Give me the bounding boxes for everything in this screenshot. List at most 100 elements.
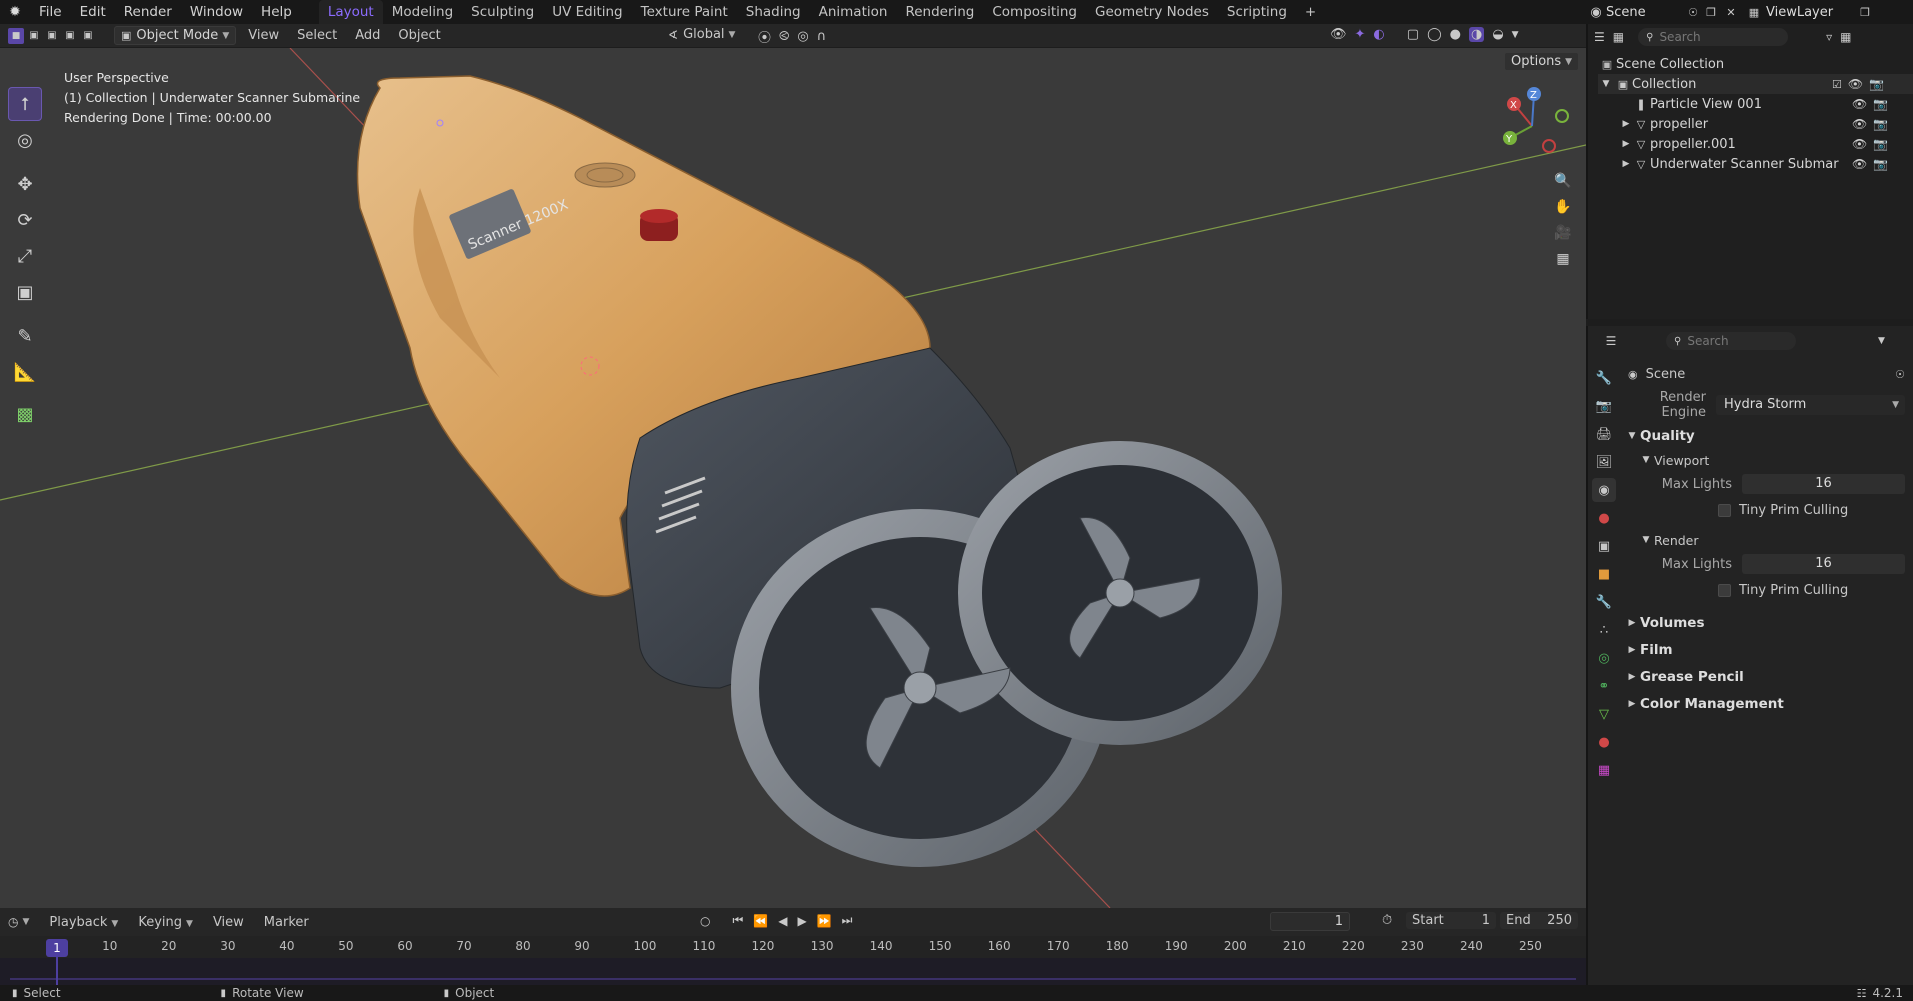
tab-scripting[interactable]: Scripting <box>1218 0 1296 24</box>
new-collection-icon[interactable]: ▦ <box>1840 30 1851 44</box>
chevron-down-icon[interactable]: ▼ <box>1878 336 1885 346</box>
view-layer-tab-icon[interactable]: 🖼 <box>1592 450 1616 474</box>
cursor-tool-icon[interactable]: ◎ <box>8 123 42 157</box>
eye-icon[interactable]: 👁 <box>1852 137 1867 151</box>
play-reverse-icon[interactable]: ◀ <box>778 914 787 928</box>
menu-add[interactable]: Add <box>355 28 380 43</box>
gizmo-icon[interactable]: ✦ <box>1355 27 1366 42</box>
viewport-subsection[interactable]: ▼ Viewport <box>1624 449 1911 471</box>
wireframe-shading-icon[interactable]: ◯ <box>1427 27 1442 42</box>
shading-options-icon[interactable]: ▼ <box>1512 30 1519 40</box>
visibility-icon[interactable]: 👁 <box>1330 27 1347 42</box>
outliner-editor-icon[interactable]: ☰ <box>1594 30 1605 44</box>
checkbox-icon[interactable]: ☑ <box>1832 78 1842 91</box>
frame-ruler[interactable]: 1102030405060708090100110120130140150160… <box>0 936 1586 958</box>
tab-shading[interactable]: Shading <box>737 0 810 24</box>
tab-rendering[interactable]: Rendering <box>896 0 983 24</box>
annotate-tool-icon[interactable]: ✎ <box>8 319 42 353</box>
overlay-icon[interactable]: ◐ <box>1373 27 1384 42</box>
view-layer-name[interactable]: ViewLayer <box>1766 5 1856 20</box>
modifier-tab-icon[interactable]: 🔧 <box>1592 590 1616 614</box>
quality-section[interactable]: ▼ Quality <box>1624 422 1911 449</box>
render-engine-dropdown[interactable]: Hydra Storm ▼ <box>1716 395 1905 415</box>
scale-tool-icon[interactable]: ⤢ <box>8 239 42 273</box>
options-dropdown[interactable]: Options ▼ <box>1504 52 1580 71</box>
tab-animation[interactable]: Animation <box>810 0 897 24</box>
playhead-frame-indicator[interactable]: 1 <box>46 939 68 957</box>
chevron-down-icon[interactable]: ▼ <box>1598 79 1614 89</box>
outliner-item[interactable]: ▶ ▽ Underwater Scanner Submar 👁 📷 <box>1598 154 1913 174</box>
chevron-right-icon[interactable]: ▶ <box>1620 159 1632 169</box>
scene-collection-row[interactable]: ▣ Scene Collection <box>1598 54 1913 74</box>
camera-render-icon[interactable]: 📷 <box>1869 77 1884 91</box>
select-new-icon[interactable]: ■ <box>8 27 24 44</box>
menu-playback[interactable]: Playback ▼ <box>49 915 118 930</box>
pin-icon[interactable]: ☉ <box>1895 368 1905 381</box>
pin-icon[interactable]: ☉ <box>1684 6 1702 19</box>
prev-keyframe-icon[interactable]: ⏪ <box>753 914 768 928</box>
select-intersect-icon[interactable]: ▣ <box>80 30 96 41</box>
start-frame-field[interactable]: Start 1 <box>1406 912 1496 929</box>
camera-render-icon[interactable]: 📷 <box>1873 157 1888 171</box>
tab-layout[interactable]: Layout <box>318 0 383 24</box>
add-workspace-button[interactable]: + <box>1296 0 1325 24</box>
tab-uv-editing[interactable]: UV Editing <box>543 0 631 24</box>
tab-modeling[interactable]: Modeling <box>383 0 462 24</box>
select-box-tool-icon[interactable]: ⭡ <box>8 87 42 121</box>
scene-name[interactable]: Scene <box>1606 5 1684 20</box>
clock-icon[interactable]: ◷ <box>8 915 18 929</box>
xray-icon[interactable]: ▢ <box>1407 27 1419 42</box>
properties-editor-icon[interactable]: ☰ <box>1596 334 1626 348</box>
camera-icon[interactable]: 🎥 <box>1550 220 1576 246</box>
3d-viewport[interactable]: Scanner 1200X User Perspective (1) Colle… <box>0 48 1586 908</box>
menu-edit[interactable]: Edit <box>71 4 115 20</box>
delete-scene-icon[interactable]: ✕ <box>1720 6 1742 19</box>
falloff-icon[interactable]: ∩ <box>817 29 827 44</box>
scene-tab-icon[interactable]: ◉ <box>1592 478 1616 502</box>
display-mode-icon[interactable]: ▦ <box>1613 30 1624 44</box>
physics-tab-icon[interactable]: ◎ <box>1592 646 1616 670</box>
blender-logo-icon[interactable]: ✹ <box>0 4 30 20</box>
new-view-layer-icon[interactable]: ❐ <box>1856 6 1874 19</box>
grid-view-icon[interactable]: ▦ <box>1550 246 1576 272</box>
snap-icon[interactable]: ⧀ <box>779 29 789 44</box>
render-tab-icon[interactable]: 📷 <box>1592 394 1616 418</box>
menu-timeline-view[interactable]: View <box>213 915 244 930</box>
menu-view[interactable]: View <box>248 28 279 43</box>
collection-tab-icon[interactable]: ▣ <box>1592 534 1616 558</box>
world-tab-icon[interactable]: ● <box>1592 506 1616 530</box>
rotate-tool-icon[interactable]: ⟳ <box>8 203 42 237</box>
play-icon[interactable]: ▶ <box>797 914 806 928</box>
navigation-gizmo[interactable]: X Y Z <box>1492 86 1572 166</box>
menu-object[interactable]: Object <box>398 28 440 43</box>
menu-help[interactable]: Help <box>252 4 301 20</box>
submarine-model[interactable]: Scanner 1200X <box>356 75 1282 867</box>
collection-row[interactable]: ▼ ▣ Collection ☑ 👁 📷 <box>1598 74 1913 94</box>
jump-end-icon[interactable]: ⏭ <box>842 913 853 928</box>
object-mode-dropdown[interactable]: ▣ Object Mode ▼ <box>114 26 237 45</box>
tab-sculpting[interactable]: Sculpting <box>462 0 543 24</box>
color-management-section[interactable]: ▶ Color Management <box>1624 690 1911 717</box>
render-max-lights-field[interactable]: 16 <box>1742 554 1905 574</box>
timeline-track-area[interactable] <box>0 958 1586 985</box>
pivot-icon[interactable]: ⦿ <box>758 27 771 46</box>
zoom-icon[interactable]: 🔍 <box>1550 168 1576 194</box>
pan-hand-icon[interactable]: ✋ <box>1550 194 1576 220</box>
tiny-prim-checkbox[interactable] <box>1718 583 1731 597</box>
grease-pencil-section[interactable]: ▶ Grease Pencil <box>1624 663 1911 690</box>
chevron-right-icon[interactable]: ▶ <box>1620 139 1632 149</box>
transform-orientation-dropdown[interactable]: ∢ Global ▼ <box>668 27 735 42</box>
object-tab-icon[interactable]: ■ <box>1592 562 1616 586</box>
eye-icon[interactable]: 👁 <box>1848 77 1863 91</box>
texture-tab-icon[interactable]: ▦ <box>1592 758 1616 782</box>
current-frame-field[interactable]: 1 <box>1270 912 1350 931</box>
eye-icon[interactable]: 👁 <box>1852 157 1867 171</box>
camera-render-icon[interactable]: 📷 <box>1873 137 1888 151</box>
eye-icon[interactable]: 👁 <box>1852 117 1867 131</box>
select-extend-icon[interactable]: ▣ <box>26 30 42 41</box>
data-tab-icon[interactable]: ▽ <box>1592 702 1616 726</box>
filter-icon[interactable]: ▿ <box>1826 30 1832 44</box>
stopwatch-icon[interactable]: ⏱ <box>1382 913 1392 928</box>
outliner-item[interactable]: ❚ Particle View 001 👁 📷 <box>1598 94 1913 114</box>
outliner-item[interactable]: ▶ ▽ propeller.001 👁 📷 <box>1598 134 1913 154</box>
